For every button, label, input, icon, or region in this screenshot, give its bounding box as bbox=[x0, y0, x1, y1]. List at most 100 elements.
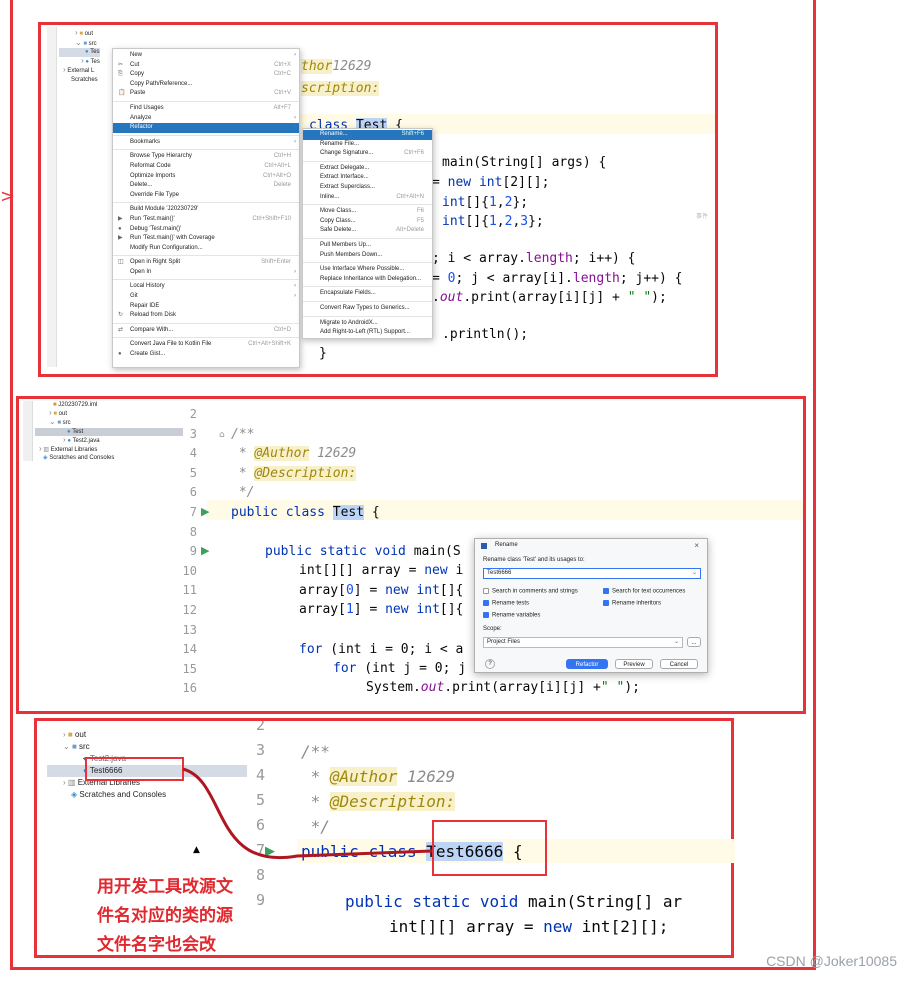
tree-test[interactable]: ● Tes bbox=[59, 48, 100, 57]
menu-item-override-file-type[interactable]: Override File Type bbox=[113, 191, 299, 201]
menu-item-debug-test-main[interactable]: ● Debug 'Test.main()' bbox=[113, 225, 299, 235]
tree-test2[interactable]: › ● Test2.java bbox=[35, 435, 183, 445]
menu-item-open-in-right-split[interactable]: ◫ Open in Right Split Shift+Enter bbox=[113, 258, 299, 268]
menu-icon: ✂ bbox=[118, 61, 124, 68]
menu-item-cut[interactable]: ✂ Cut Ctrl+X bbox=[113, 61, 299, 71]
close-icon[interactable]: × bbox=[694, 541, 699, 550]
menu-separator bbox=[113, 322, 299, 324]
menu-item-create-gist[interactable]: ● Create Gist... bbox=[113, 350, 299, 360]
menu-item-refactor[interactable]: Refactor › bbox=[113, 123, 299, 133]
refactor-submenu: Rename... Shift+F6 Rename File... Change Si… bbox=[302, 128, 433, 339]
code-for1: for (int i = 0; i < a bbox=[299, 642, 464, 657]
submenu-item-copy-class[interactable]: Copy Class... F5 bbox=[303, 217, 432, 227]
menu-item-browse-type-hierarchy[interactable]: Browse Type Hierarchy Ctrl+H bbox=[113, 152, 299, 162]
submenu-item-move-class[interactable]: Move Class... F6 bbox=[303, 207, 432, 217]
menu-item-modify-run-configuration[interactable]: Modify Run Configuration... bbox=[113, 244, 299, 254]
tree-scratches[interactable]: Scratches bbox=[59, 76, 100, 85]
option-search-comments[interactable]: Search in comments and strings bbox=[483, 588, 578, 595]
menu-item-reload-from-disk[interactable]: ↻ Reload from Disk bbox=[113, 311, 299, 321]
submenu-item-push-members-down[interactable]: Push Members Down... bbox=[303, 251, 432, 261]
refactor-button[interactable]: Refactor bbox=[566, 659, 608, 669]
menu-item-label: Find Usages bbox=[130, 104, 164, 111]
tree-iml[interactable]: ■ J20230729.iml bbox=[35, 401, 183, 409]
tree-external[interactable]: › External L bbox=[59, 65, 100, 76]
option-rename-variables[interactable]: Rename variables bbox=[483, 612, 540, 619]
tree-external[interactable]: › ▥ External Libraries bbox=[35, 444, 183, 454]
submenu-item-change-signature[interactable]: Change Signature... Ctrl+F6 bbox=[303, 149, 432, 159]
menu-item-repair-ide[interactable]: Repair IDE bbox=[113, 302, 299, 312]
submenu-item-encapsulate-fields[interactable]: Encapsulate Fields... bbox=[303, 289, 432, 299]
submenu-item-migrate-to-androidx[interactable]: Migrate to AndroidX... bbox=[303, 319, 432, 329]
help-icon[interactable]: ? bbox=[485, 659, 495, 669]
menu-item-git[interactable]: Git › bbox=[113, 292, 299, 302]
submenu-item-inline[interactable]: Inline... Ctrl+Alt+N bbox=[303, 193, 432, 203]
option-search-text[interactable]: Search for text occurrences bbox=[603, 588, 685, 595]
option-rename-inheritors[interactable]: Rename inheritors bbox=[603, 600, 661, 607]
tree-test[interactable]: ● Test bbox=[35, 427, 183, 436]
run-icon[interactable]: ▶ bbox=[201, 544, 209, 557]
menu-item-open-in[interactable]: Open In › bbox=[113, 268, 299, 278]
menu-shortcut: Ctrl+Alt+L bbox=[264, 162, 291, 169]
scope-more-button[interactable]: ... bbox=[687, 637, 701, 647]
submenu-item-pull-members-up[interactable]: Pull Members Up... bbox=[303, 241, 432, 251]
code-array0: array[0] = new int[]{ bbox=[299, 583, 464, 598]
menu-item-analyze[interactable]: Analyze › bbox=[113, 114, 299, 124]
menu-icon: 📋 bbox=[118, 90, 126, 97]
submenu-item-safe-delete[interactable]: Safe Delete... Alt+Delete bbox=[303, 226, 432, 236]
menu-item-label: Copy Class... bbox=[320, 217, 356, 224]
tree-src[interactable]: ⌄ ■ src bbox=[59, 38, 100, 49]
chevron-down-icon[interactable]: ⌄ bbox=[692, 569, 697, 578]
menu-item-run-test-main[interactable]: ▶ Run 'Test.main()' Ctrl+Shift+F10 bbox=[113, 215, 299, 225]
menu-separator bbox=[303, 300, 432, 302]
submenu-item-replace-inheritance-with-delegation[interactable]: Replace Inheritance with Delegation... bbox=[303, 275, 432, 285]
rename-dialog: Rename × Rename class 'Test' and its usa… bbox=[474, 538, 708, 673]
tree-scratches[interactable]: ◈ Scratches and Consoles bbox=[35, 454, 183, 462]
submenu-item-rename-file[interactable]: Rename File... bbox=[303, 140, 432, 150]
menu-item-run-test-main-with-coverage[interactable]: ▶ Run 'Test.main()' with Coverage bbox=[113, 234, 299, 244]
submenu-item-extract-superclass[interactable]: Extract Superclass... bbox=[303, 183, 432, 193]
cancel-button[interactable]: Cancel bbox=[660, 659, 698, 669]
menu-item-label: Modify Run Configuration... bbox=[130, 244, 203, 251]
line-number: 4 bbox=[189, 446, 197, 461]
submenu-item-rename[interactable]: Rename... Shift+F6 bbox=[303, 130, 432, 140]
menu-item-build-module-j20230729[interactable]: Build Module 'J20230729' bbox=[113, 205, 299, 215]
menu-item-label: Safe Delete... bbox=[320, 227, 357, 234]
tree-out[interactable]: › ■ out bbox=[35, 409, 183, 418]
rename-prompt: Rename class 'Test' and its usages to: bbox=[483, 557, 585, 563]
chevron-down-icon[interactable]: ⌄ bbox=[674, 638, 679, 647]
scope-select[interactable]: Project Files ⌄ bbox=[483, 637, 683, 648]
menu-item-compare-with[interactable]: ⇄ Compare With... Ctrl+D bbox=[113, 326, 299, 336]
menu-icon: ● bbox=[118, 225, 122, 232]
new-name-input[interactable]: Test6666 ⌄ bbox=[483, 568, 701, 579]
menu-item-label: Paste bbox=[130, 90, 146, 97]
run-icon[interactable]: ▶ bbox=[201, 505, 209, 518]
menu-separator bbox=[303, 237, 432, 239]
preview-button[interactable]: Preview bbox=[615, 659, 653, 669]
menu-item-local-history[interactable]: Local History › bbox=[113, 282, 299, 292]
menu-shortcut: Ctrl+X bbox=[274, 61, 291, 68]
menu-item-convert-java-file-to-kotlin-file[interactable]: Convert Java File to Kotlin File Ctrl+Alt… bbox=[113, 340, 299, 350]
submenu-item-add-right-to-left-rtl-support[interactable]: Add Right-to-Left (RTL) Support... bbox=[303, 328, 432, 338]
commit-tab[interactable] bbox=[23, 401, 33, 461]
submenu-item-extract-delegate[interactable]: Extract Delegate... bbox=[303, 164, 432, 174]
menu-shortcut: Delete bbox=[273, 182, 291, 189]
side-toolbar bbox=[47, 27, 57, 367]
code-author: thor12629 bbox=[301, 59, 372, 74]
menu-item-new[interactable]: New › bbox=[113, 51, 299, 61]
menu-item-optimize-imports[interactable]: Optimize Imports Ctrl+Alt+O bbox=[113, 172, 299, 182]
menu-item-find-usages[interactable]: Find Usages Alt+F7 bbox=[113, 104, 299, 114]
menu-item-label: Reformat Code bbox=[130, 162, 171, 169]
submenu-item-extract-interface[interactable]: Extract Interface... bbox=[303, 173, 432, 183]
menu-item-delete[interactable]: Delete... Delete bbox=[113, 181, 299, 191]
tree-src[interactable]: ⌄ ■ src bbox=[35, 418, 183, 427]
chevron-right-icon: › bbox=[294, 114, 296, 121]
submenu-item-convert-raw-types-to-generics[interactable]: Convert Raw Types to Generics... bbox=[303, 304, 432, 314]
menu-item-copy[interactable]: ⎘ Copy Ctrl+C bbox=[113, 70, 299, 80]
option-rename-tests[interactable]: Rename tests bbox=[483, 600, 529, 607]
menu-item-reformat-code[interactable]: Reformat Code Ctrl+Alt+L bbox=[113, 162, 299, 172]
menu-item-bookmarks[interactable]: Bookmarks › bbox=[113, 138, 299, 148]
submenu-item-use-interface-where-possible[interactable]: Use Interface Where Possible... bbox=[303, 265, 432, 275]
chevron-right-icon: › bbox=[294, 124, 296, 131]
menu-item-copy-path-reference[interactable]: Copy Path/Reference... bbox=[113, 80, 299, 90]
menu-item-paste[interactable]: 📋 Paste Ctrl+V bbox=[113, 89, 299, 99]
